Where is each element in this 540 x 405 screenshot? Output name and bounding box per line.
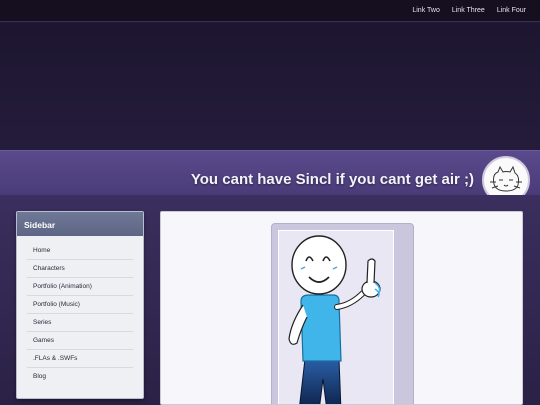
sidebar-item-characters[interactable]: Characters [27, 260, 133, 278]
sidebar-heading: Sidebar [17, 212, 143, 236]
sidebar-item-games[interactable]: Games [27, 332, 133, 350]
sidebar: Sidebar Home Characters Portfolio (Anima… [16, 211, 144, 399]
sidebar-item-home[interactable]: Home [27, 242, 133, 260]
site-banner: You cant have Sincl if you cant get air … [0, 150, 540, 195]
top-nav-links: Link Two Link Three Link Four [412, 7, 526, 14]
main-content [160, 211, 523, 405]
nav-link-two[interactable]: Link Two [412, 7, 440, 14]
sidebar-item-blog[interactable]: Blog [27, 368, 133, 386]
site-tagline: You cant have Sincl if you cant get air … [190, 171, 474, 188]
sidebar-item-series[interactable]: Series [27, 314, 133, 332]
nav-link-four[interactable]: Link Four [497, 7, 526, 14]
sidebar-menu: Home Characters Portfolio (Animation) Po… [17, 236, 143, 386]
hero-area [0, 23, 540, 150]
character-frame [271, 223, 414, 404]
sidebar-item-portfolio-music[interactable]: Portfolio (Music) [27, 296, 133, 314]
nav-link-three[interactable]: Link Three [452, 7, 485, 14]
character-image [278, 230, 394, 404]
sidebar-item-flas-swfs[interactable]: .FLAs & .SWFs [27, 350, 133, 368]
top-nav-bar: Link Two Link Three Link Four [0, 0, 540, 22]
sidebar-item-portfolio-animation[interactable]: Portfolio (Animation) [27, 278, 133, 296]
